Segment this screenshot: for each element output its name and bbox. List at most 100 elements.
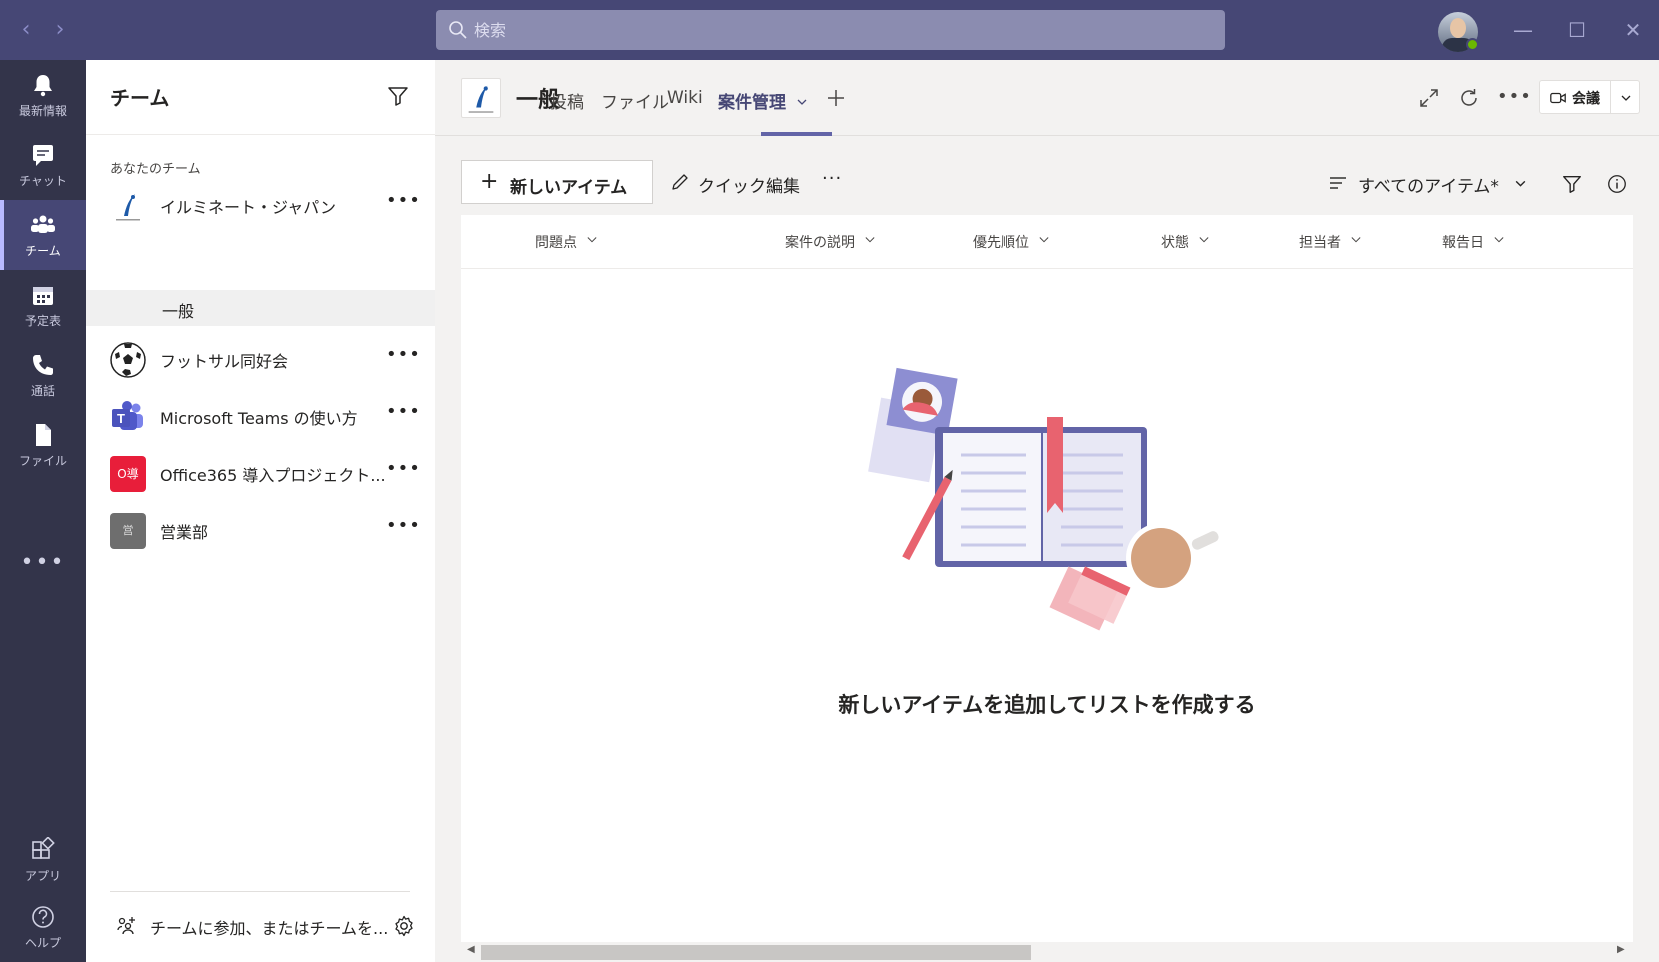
new-item-button[interactable]: + 新しいアイテム	[461, 160, 653, 204]
chevron-down-icon[interactable]	[1620, 92, 1632, 104]
team-item-office365[interactable]: O導 Office365 導入プロジェクト... •••	[86, 446, 435, 502]
join-or-create-team-button[interactable]: チームに参加、またはチームを...	[110, 910, 388, 940]
team-name: Microsoft Teams の使い方	[160, 409, 358, 428]
active-tab-indicator	[761, 132, 832, 136]
view-selector[interactable]: すべてのアイテム*	[1328, 170, 1528, 197]
meet-label: 会議	[1572, 91, 1600, 107]
team-name: イルミネート・ジャパン	[160, 198, 337, 217]
rail-item-chat[interactable]: チャット	[0, 130, 86, 200]
refresh-icon[interactable]	[1457, 86, 1481, 110]
empty-list-illustration	[868, 367, 1219, 631]
tab-files[interactable]: ファイル	[601, 88, 669, 113]
tab-wiki[interactable]: Wiki	[667, 88, 703, 108]
more-options-icon[interactable]: •••	[386, 344, 420, 368]
phone-icon	[33, 355, 53, 375]
rail-item-teams[interactable]: チーム	[0, 200, 86, 270]
illuminate-logo	[110, 188, 146, 224]
chevron-down-icon	[1039, 237, 1049, 243]
search-icon	[449, 21, 467, 39]
quick-edit-button[interactable]: クイック編集	[670, 170, 810, 197]
meet-button[interactable]: 会議	[1539, 80, 1640, 114]
scroll-left-arrow-icon[interactable]: ◀	[467, 944, 475, 955]
close-icon[interactable]: ✕	[1617, 14, 1649, 46]
settings-gear-icon[interactable]	[392, 914, 416, 938]
more-options-icon[interactable]: •••	[386, 401, 420, 425]
more-options-icon[interactable]: •••	[386, 458, 420, 482]
rail-label: チーム	[25, 244, 61, 258]
horizontal-scrollbar[interactable]: ◀ ▶	[461, 942, 1633, 962]
rail-item-activity[interactable]: 最新情報	[0, 60, 86, 130]
forward-arrow-icon[interactable]: ›	[48, 16, 72, 44]
illuminate-logo	[461, 78, 501, 118]
chevron-down-icon	[1351, 237, 1361, 243]
chevron-down-icon	[1515, 180, 1526, 187]
apps-icon	[32, 837, 55, 859]
team-item-illuminate[interactable]: イルミネート・ジャパン •••	[86, 178, 435, 234]
rail-item-files[interactable]: ファイル	[0, 410, 86, 480]
team-item-futsal[interactable]: フットサル同好会 •••	[86, 332, 435, 388]
more-options-icon[interactable]: •••	[386, 190, 420, 214]
section-label: あなたのチーム	[110, 162, 201, 177]
team-item-sales[interactable]: 営 営業部 •••	[86, 503, 435, 559]
column-header-priority[interactable]: 優先順位	[973, 232, 1049, 252]
channel-header: 一般 投稿 ファイル Wiki 案件管理 ••• 会議	[435, 60, 1659, 136]
empty-list-message: 新しいアイテムを追加してリストを作成する	[838, 693, 1256, 717]
svg-text:T: T	[117, 411, 125, 426]
rail-item-help[interactable]: ヘルプ	[0, 892, 86, 962]
more-options-icon[interactable]: •••	[386, 515, 420, 539]
tab-case-management[interactable]: 案件管理	[718, 88, 808, 113]
filter-icon[interactable]	[386, 84, 410, 108]
team-name: 営業部	[160, 523, 209, 542]
file-icon	[36, 424, 51, 446]
teams-logo-icon: T	[110, 399, 146, 435]
rail-label: ヘルプ	[24, 936, 61, 950]
rail-label: 通話	[30, 384, 55, 398]
add-people-icon	[117, 917, 135, 935]
column-header-row: 問題点 案件の説明 優先順位 状態 担当者 報告日	[461, 215, 1633, 269]
chevron-down-icon	[1199, 237, 1209, 243]
maximize-icon[interactable]: ☐	[1561, 14, 1593, 46]
help-icon	[32, 906, 54, 928]
channel-item-general[interactable]: 一般	[86, 290, 435, 326]
column-header-description[interactable]: 案件の説明	[785, 232, 875, 252]
channel-name: 一般	[162, 302, 195, 321]
filter-icon[interactable]	[1561, 173, 1583, 195]
teams-icon	[31, 215, 55, 233]
red-square-logo: O導	[110, 456, 146, 492]
add-tab-icon[interactable]	[824, 86, 848, 110]
title-bar: ‹ › — ☐ ✕	[0, 0, 1659, 60]
expand-icon[interactable]	[1417, 86, 1441, 110]
team-item-teams-howto[interactable]: T Microsoft Teams の使い方 •••	[86, 389, 435, 445]
pencil-icon	[672, 174, 688, 190]
rail-item-calls[interactable]: 通話	[0, 340, 86, 410]
column-header-assignee[interactable]: 担当者	[1299, 232, 1361, 252]
column-header-report-date[interactable]: 報告日	[1442, 232, 1504, 252]
calendar-icon	[33, 287, 53, 305]
column-header-issue[interactable]: 問題点	[535, 232, 597, 252]
tab-posts[interactable]: 投稿	[550, 88, 584, 113]
rail-label: ファイル	[18, 454, 67, 468]
search-input[interactable]	[474, 16, 1174, 44]
back-arrow-icon[interactable]: ‹	[14, 16, 38, 44]
divider	[110, 891, 410, 892]
column-header-status[interactable]: 状態	[1161, 232, 1209, 252]
soccer-ball-icon	[110, 342, 146, 378]
search-box[interactable]	[436, 10, 1225, 50]
scrollbar-thumb[interactable]	[481, 945, 1031, 960]
rail-item-calendar[interactable]: 予定表	[0, 270, 86, 340]
plus-icon: +	[480, 169, 499, 194]
quick-edit-label: クイック編集	[698, 177, 800, 197]
more-options-icon[interactable]: •••	[1497, 86, 1531, 110]
more-commands-icon[interactable]: ···	[822, 168, 842, 189]
minimize-icon[interactable]: —	[1507, 14, 1539, 46]
info-icon[interactable]	[1606, 173, 1628, 195]
list-view: 問題点 案件の説明 優先順位 状態 担当者 報告日 新しいアイテムを追加してリス…	[461, 215, 1633, 962]
bell-icon	[34, 75, 52, 97]
gray-square-logo: 営	[110, 513, 146, 549]
presence-available-icon	[1466, 38, 1479, 51]
tab-label: 案件管理	[718, 93, 786, 113]
panel-title: チーム	[110, 86, 170, 110]
more-apps-icon[interactable]: •••	[0, 550, 86, 575]
scroll-right-arrow-icon[interactable]: ▶	[1617, 944, 1625, 955]
rail-item-apps[interactable]: アプリ	[0, 825, 86, 895]
